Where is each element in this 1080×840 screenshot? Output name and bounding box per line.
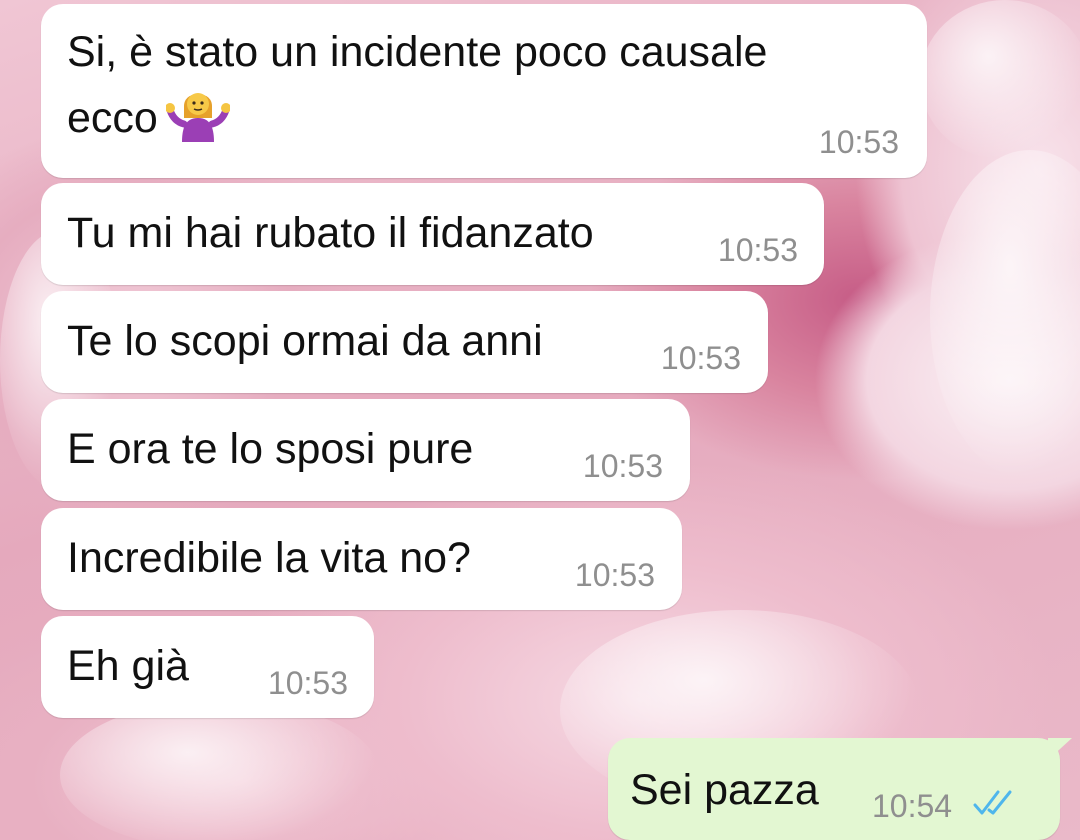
outgoing-message-bubble[interactable]: Sei pazza 10:54 (608, 738, 1060, 840)
incoming-message-bubble[interactable]: Te lo scopi ormai da anni 10:53 (41, 291, 768, 393)
petal-highlight (930, 150, 1080, 480)
incoming-message-bubble[interactable]: Tu mi hai rubato il fidanzato 10:53 (41, 183, 824, 285)
incoming-message-bubble[interactable]: Incredibile la vita no? 10:53 (41, 508, 682, 610)
message-time: 10:53 (582, 448, 663, 484)
message-time: 10:53 (818, 124, 899, 160)
double-check-icon (972, 788, 1018, 823)
petal-highlight (60, 700, 380, 840)
message-text: Si, è stato un incidente poco causale (67, 20, 767, 84)
message-text: Eh già (67, 642, 189, 690)
message-time: 10:53 (574, 557, 655, 593)
message-text-line: Si, è stato un incidente poco causale (67, 28, 768, 76)
message-text: ecco (67, 84, 231, 150)
message-text: Sei pazza (630, 766, 819, 814)
incoming-message-bubble[interactable]: Eh già 10:53 (41, 616, 374, 718)
person-shrugging-emoji-icon (164, 84, 231, 142)
message-text-line: ecco (67, 94, 158, 142)
message-text: E ora te lo sposi pure (67, 425, 474, 473)
outgoing-bubble-tail (1048, 738, 1072, 760)
petal-highlight (920, 0, 1080, 160)
message-time: 10:53 (717, 232, 798, 268)
message-time: 10:53 (660, 340, 741, 376)
message-text: Tu mi hai rubato il fidanzato (67, 209, 594, 257)
incoming-message-bubble[interactable]: Si, è stato un incidente poco causale ec… (41, 4, 927, 178)
message-text: Incredibile la vita no? (67, 534, 471, 582)
incoming-message-bubble[interactable]: E ora te lo sposi pure 10:53 (41, 399, 690, 501)
message-text: Te lo scopi ormai da anni (67, 317, 543, 365)
message-time: 10:54 (872, 788, 953, 824)
message-time: 10:53 (267, 665, 348, 701)
